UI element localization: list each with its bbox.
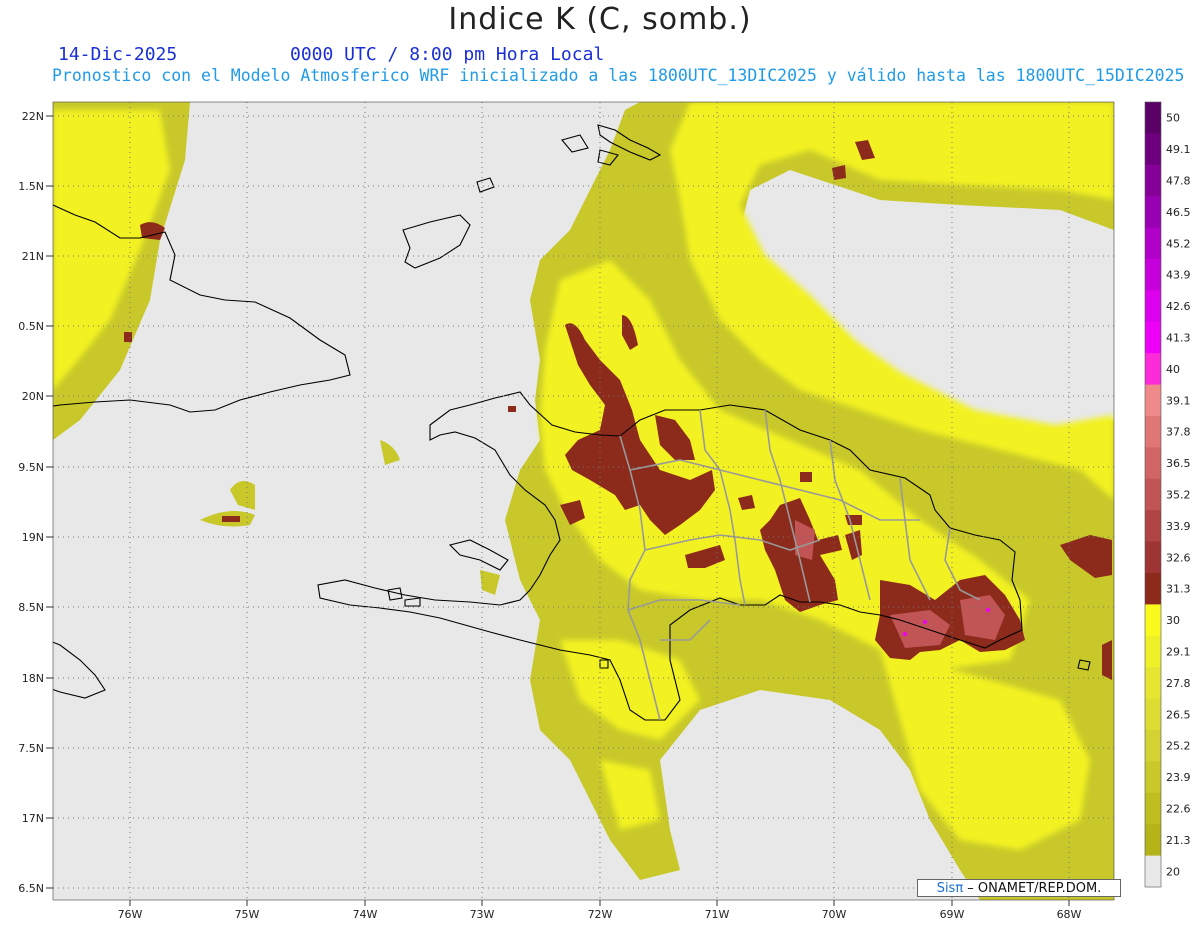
colorbar-swatch — [1145, 573, 1161, 605]
colorbar-swatch — [1145, 792, 1161, 825]
lat-label: 0.5N — [18, 320, 44, 333]
lat-label: 18N — [22, 672, 44, 685]
latitude-labels: 22N 1.5N 21N 0.5N 20N 9.5N 19N 8.5N 18N … — [18, 110, 44, 895]
colorbar-swatch — [1145, 416, 1161, 448]
colorbar-label: 46.5 — [1166, 206, 1191, 219]
colorbar-label: 23.9 — [1166, 771, 1191, 784]
lon-label: 68W — [1057, 908, 1082, 921]
colorbar-swatch — [1145, 635, 1161, 668]
colorbar-swatch — [1145, 164, 1161, 197]
colorbar-label: 47.8 — [1166, 175, 1191, 188]
lat-label: 8.5N — [18, 601, 44, 614]
colorbar-label: 26.5 — [1166, 708, 1191, 721]
colorbar-label: 31.3 — [1166, 583, 1191, 596]
lat-label: 6.5N — [18, 882, 44, 895]
colorbar-label: 20 — [1166, 865, 1180, 878]
lon-label: 73W — [470, 908, 495, 921]
longitude-ticks — [129, 900, 1070, 906]
colorbar-swatch — [1145, 604, 1161, 637]
colorbar-swatch — [1145, 321, 1161, 354]
sispi-logo: Sisπ — [936, 881, 964, 896]
colorbar-label: 32.6 — [1166, 551, 1191, 564]
credit-box: Sisπ – ONAMET/REP.DOM. — [917, 879, 1121, 897]
colorbar-swatch — [1145, 667, 1161, 700]
credit-text: – ONAMET/REP.DOM. — [963, 881, 1102, 896]
lon-label: 76W — [118, 908, 143, 921]
colorbar-swatch — [1145, 384, 1161, 417]
lat-label: 9.5N — [18, 461, 44, 474]
colorbar-swatch — [1145, 290, 1161, 323]
colorbar-swatch — [1145, 102, 1161, 134]
lon-label: 71W — [705, 908, 730, 921]
lat-label: 20N — [22, 390, 44, 403]
colorbar-swatch — [1145, 196, 1161, 229]
lon-label: 70W — [822, 908, 847, 921]
lat-label: 1.5N — [18, 180, 44, 193]
lon-label: 69W — [940, 908, 965, 921]
colorbar-label: 37.8 — [1166, 426, 1191, 439]
colorbar-swatch — [1145, 478, 1161, 511]
colorbar-swatch — [1145, 353, 1161, 386]
latitude-ticks — [46, 115, 53, 889]
colorbar-swatch — [1145, 227, 1161, 260]
lat-label: 7.5N — [18, 742, 44, 755]
colorbar-swatch — [1145, 541, 1161, 574]
colorbar-swatch — [1145, 133, 1161, 166]
colorbar-swatch — [1145, 730, 1161, 762]
lon-label: 72W — [588, 908, 613, 921]
colorbar-swatch — [1145, 824, 1161, 857]
colorbar: 50 49.1 47.8 46.5 45.2 43.9 42.6 41.3 40 39.1 37.8… — [1144, 101, 1191, 888]
colorbar-label: 30 — [1166, 614, 1180, 627]
colorbar-label: 45.2 — [1166, 237, 1191, 250]
colorbar-swatch — [1145, 761, 1161, 794]
colorbar-swatch — [1145, 447, 1161, 480]
colorbar-label: 35.2 — [1166, 489, 1191, 502]
colorbar-label: 36.5 — [1166, 457, 1191, 470]
colorbar-label: 41.3 — [1166, 332, 1191, 345]
colorbar-swatch — [1145, 698, 1161, 731]
colorbar-label: 50 — [1166, 112, 1180, 125]
colorbar-label: 25.2 — [1166, 740, 1191, 753]
colorbar-label: 29.1 — [1166, 646, 1191, 659]
lat-label: 22N — [22, 110, 44, 123]
colorbar-label: 42.6 — [1166, 300, 1191, 313]
lat-label: 17N — [22, 812, 44, 825]
colorbar-label: 27.8 — [1166, 677, 1191, 690]
colorbar-label: 43.9 — [1166, 269, 1191, 282]
colorbar-swatch — [1145, 510, 1161, 543]
lat-label: 19N — [22, 531, 44, 544]
colorbar-label: 49.1 — [1166, 143, 1191, 156]
lat-label: 21N — [22, 250, 44, 263]
colorbar-label: 40 — [1166, 363, 1180, 376]
k-index-map: 22N 1.5N 21N 0.5N 20N 9.5N 19N 8.5N 18N … — [18, 101, 1191, 921]
colorbar-label: 22.6 — [1166, 803, 1191, 816]
longitude-labels: 76W 75W 74W 73W 72W 71W 70W 69W 68W — [118, 908, 1082, 921]
lon-label: 74W — [353, 908, 378, 921]
colorbar-swatch — [1145, 855, 1161, 888]
colorbar-label: 33.9 — [1166, 520, 1191, 533]
colorbar-label: 21.3 — [1166, 834, 1191, 847]
colorbar-label: 39.1 — [1166, 394, 1191, 407]
colorbar-swatch — [1145, 259, 1161, 291]
lon-label: 75W — [235, 908, 260, 921]
